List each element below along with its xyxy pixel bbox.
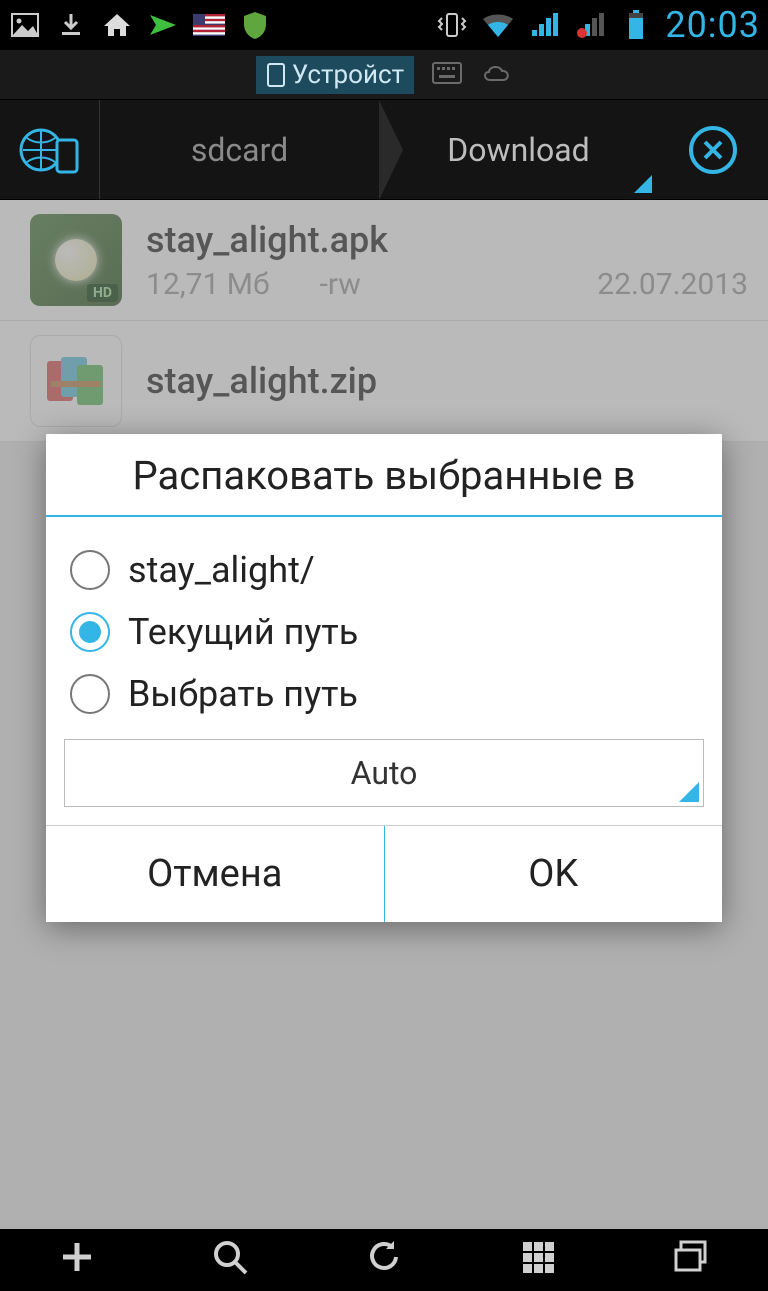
extract-dialog: Распаковать выбранные в stay_alight/ Тек… xyxy=(46,434,722,922)
status-right: 20:03 xyxy=(435,4,760,46)
signal-1-icon xyxy=(527,8,561,42)
radio-option-choose-path[interactable]: Выбрать путь xyxy=(64,663,704,725)
dropdown-triangle-icon xyxy=(679,782,699,802)
radio-label: stay_alight/ xyxy=(128,549,315,591)
radio-icon xyxy=(70,612,110,652)
status-clock: 20:03 xyxy=(665,4,760,46)
radio-option-folder[interactable]: stay_alight/ xyxy=(64,539,704,601)
cloud-icon[interactable] xyxy=(480,62,512,88)
radio-label: Текущий путь xyxy=(128,611,358,653)
windows-icon[interactable] xyxy=(671,1237,711,1281)
screen: 20:03 Устройст sdcard Download xyxy=(0,0,768,1291)
home-icon xyxy=(100,8,134,42)
search-icon[interactable] xyxy=(210,1237,250,1281)
download-icon xyxy=(54,8,88,42)
dropdown-triangle-icon xyxy=(634,175,652,193)
send-icon xyxy=(146,8,180,42)
flag-icon xyxy=(192,8,226,42)
add-icon[interactable] xyxy=(57,1237,97,1281)
close-button[interactable] xyxy=(658,100,768,199)
dialog-title: Распаковать выбранные в xyxy=(46,434,722,517)
breadcrumb-download[interactable]: Download xyxy=(379,100,658,199)
app-top-tabs: Устройст xyxy=(0,50,768,100)
breadcrumb-sdcard[interactable]: sdcard xyxy=(100,100,379,199)
breadcrumb-sdcard-label: sdcard xyxy=(191,131,288,169)
dialog-buttons: Отмена OK xyxy=(46,825,722,922)
signal-2-icon xyxy=(573,8,607,42)
radio-option-current-path[interactable]: Текущий путь xyxy=(64,601,704,663)
breadcrumb-bar: sdcard Download xyxy=(0,100,768,200)
dialog-body: stay_alight/ Текущий путь Выбрать путь A… xyxy=(46,517,722,825)
status-bar: 20:03 xyxy=(0,0,768,50)
breadcrumb-download-label: Download xyxy=(447,131,589,169)
radio-label: Выбрать путь xyxy=(128,673,358,715)
tab-device[interactable]: Устройст xyxy=(256,56,414,94)
select-value: Auto xyxy=(351,754,418,792)
globe-device-icon[interactable] xyxy=(0,100,100,199)
wifi-icon xyxy=(481,8,515,42)
shield-icon xyxy=(238,8,272,42)
ok-button[interactable]: OK xyxy=(385,826,723,922)
encoding-select[interactable]: Auto xyxy=(64,739,704,807)
vibrate-icon xyxy=(435,8,469,42)
refresh-icon[interactable] xyxy=(364,1237,404,1281)
keyboard-icon[interactable] xyxy=(432,62,462,88)
image-icon xyxy=(8,8,42,42)
battery-icon xyxy=(619,8,653,42)
radio-icon xyxy=(70,674,110,714)
bottom-action-bar xyxy=(0,1229,768,1291)
tab-device-label: Устройст xyxy=(292,60,404,90)
cancel-button[interactable]: Отмена xyxy=(46,826,385,922)
radio-icon xyxy=(70,550,110,590)
grid-icon[interactable] xyxy=(518,1237,558,1281)
status-left xyxy=(8,8,272,42)
